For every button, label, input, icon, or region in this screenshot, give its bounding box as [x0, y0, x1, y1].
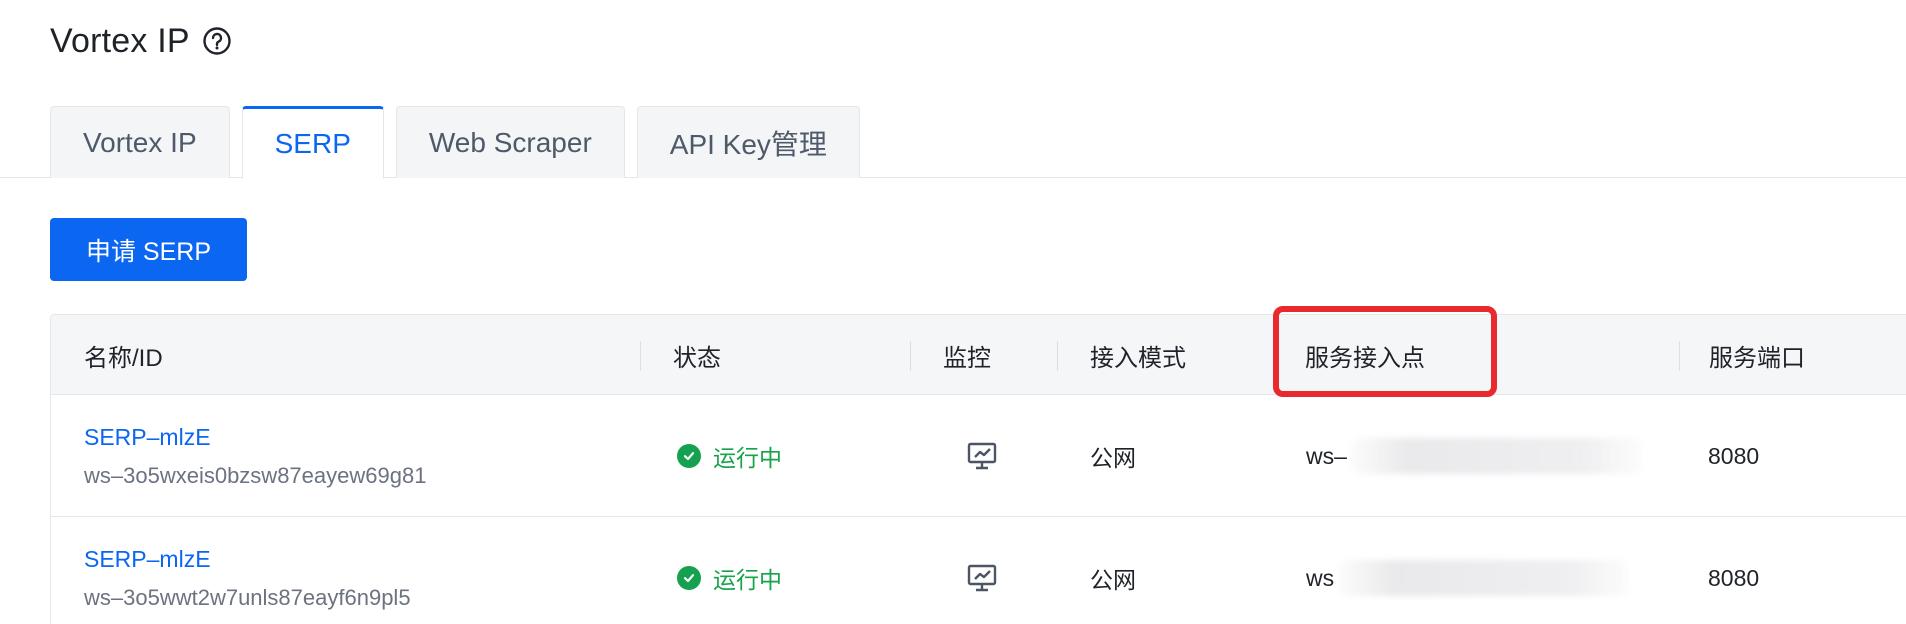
status-cell: 运行中: [677, 395, 782, 517]
check-circle-icon: [677, 566, 701, 590]
endpoint-cell: ws: [1306, 517, 1629, 624]
access-mode: 公网: [1090, 567, 1136, 593]
column-header-port: 服务端口: [1709, 344, 1805, 372]
status-text: 运行中: [713, 445, 782, 471]
tab-serp[interactable]: SERP: [241, 106, 384, 179]
column-header-status: 状态: [673, 344, 721, 372]
access-mode: 公网: [1090, 445, 1136, 471]
tab-vortex-ip[interactable]: Vortex IP: [50, 106, 230, 178]
service-port: 8080: [1708, 564, 1760, 591]
endpoint-cell: ws–: [1306, 395, 1641, 517]
endpoint-text: ws: [1306, 564, 1335, 591]
tab-web-scraper[interactable]: Web Scraper: [395, 106, 625, 178]
apply-serp-button[interactable]: 申请 SERP: [50, 218, 247, 281]
status-text: 运行中: [713, 567, 782, 593]
table-row: SERP–mlzE ws–3o5wxeis0bzsw87eayew69g81 运…: [51, 395, 1906, 517]
tab-bar: Vortex IP SERP Web Scraper API Key管理: [50, 106, 860, 179]
instance-name-link[interactable]: SERP–mlzE: [84, 546, 411, 573]
name-id-cell: SERP–mlzE ws–3o5wxeis0bzsw87eayew69g81: [84, 395, 426, 517]
page-header: Vortex IP: [50, 18, 232, 64]
instance-id: ws–3o5wwt2w7unls87eayf6n9pl5: [84, 584, 411, 610]
column-header-monitor: 监控: [943, 344, 991, 372]
serp-table: 名称/ID 状态 监控 接入模式 服务接入点 服务端口 SERP–mlzE ws…: [50, 314, 1906, 624]
page-title: Vortex IP: [50, 21, 190, 60]
instance-id: ws–3o5wxeis0bzsw87eayew69g81: [84, 462, 427, 488]
instance-name-link[interactable]: SERP–mlzE: [84, 424, 426, 451]
monitor-chart-icon[interactable]: [967, 442, 997, 470]
column-divider: [1679, 341, 1680, 371]
endpoint-text: ws–: [1306, 442, 1347, 469]
status-cell: 运行中: [677, 517, 782, 624]
name-id-cell: SERP–mlzE ws–3o5wwt2w7unls87eayf6n9pl5: [84, 517, 411, 624]
column-divider: [640, 341, 641, 371]
question-circle-icon[interactable]: [202, 26, 232, 56]
redacted-endpoint: [1350, 438, 1641, 474]
column-divider: [1057, 341, 1058, 371]
monitor-chart-icon[interactable]: [967, 564, 997, 592]
monitor-cell: [967, 517, 997, 624]
check-circle-icon: [677, 444, 701, 468]
service-port: 8080: [1708, 442, 1760, 469]
column-divider: [910, 341, 911, 371]
redacted-endpoint: [1338, 560, 1629, 596]
column-header-access-mode: 接入模式: [1090, 344, 1186, 372]
tab-api-key[interactable]: API Key管理: [636, 106, 860, 178]
table-row: SERP–mlzE ws–3o5wwt2w7unls87eayf6n9pl5 运…: [51, 517, 1906, 624]
monitor-cell: [967, 395, 997, 517]
table-header: 名称/ID 状态 监控 接入模式 服务接入点 服务端口: [51, 315, 1906, 395]
column-header-name-id: 名称/ID: [84, 344, 163, 372]
column-header-endpoint: 服务接入点: [1305, 344, 1425, 372]
